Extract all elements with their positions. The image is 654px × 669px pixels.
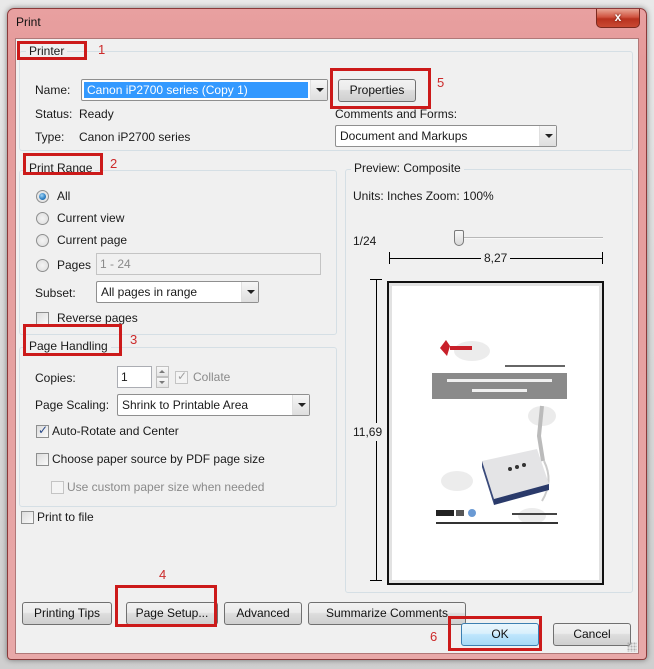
printer-type-label: Type: [35,130,65,144]
subset-label: Subset: [35,286,76,300]
properties-button[interactable]: Properties [338,79,416,102]
print-to-file-label[interactable]: Print to file [37,510,94,524]
reverse-pages-label[interactable]: Reverse pages [57,311,138,325]
radio-current-view[interactable] [36,212,49,225]
page-setup-button[interactable]: Page Setup... [126,602,218,625]
company-mark [436,522,558,524]
print-to-file-checkbox[interactable] [21,511,34,524]
preview-group-label: Preview: Composite [351,161,464,175]
height-dimension-tick-bottom [370,580,382,581]
copies-value: 1 [121,370,128,384]
paper-source-label[interactable]: Choose paper source by PDF page size [52,452,265,466]
window-title: Print [16,15,41,29]
annotation-number-6: 6 [430,629,438,644]
comments-forms-select[interactable]: Document and Markups [335,125,557,147]
reverse-pages-checkbox[interactable] [36,312,49,325]
document-thumbnail [432,340,567,524]
copies-stepper[interactable] [156,366,169,388]
title-line-1 [447,379,552,382]
width-dimension-label: 8,27 [481,251,511,265]
radio-all-label[interactable]: All [57,189,70,203]
page-preview-paper [392,286,599,580]
resize-grip-icon[interactable] [627,642,637,652]
cert-badge [468,509,476,517]
page-slider-thumb[interactable] [454,230,464,246]
subset-value: All pages in range [101,285,198,299]
ok-button[interactable]: OK [461,623,539,646]
chevron-down-icon [292,395,309,415]
radio-current-page[interactable] [36,234,49,247]
device-image [482,405,550,505]
page-scaling-value: Shrink to Printable Area [122,398,249,412]
printer-name-label: Name: [35,83,71,97]
chevron-down-icon [539,126,556,146]
page-slider-track[interactable] [459,237,603,239]
annotation-number-1: 1 [98,42,106,57]
stepper-up-icon[interactable] [156,366,169,377]
page-handling-group-label: Page Handling [26,339,111,353]
watermark-mark [441,471,473,491]
radio-current-page-label[interactable]: Current page [57,233,127,247]
printer-name-select[interactable]: Canon iP2700 series (Copy 1) [81,79,328,101]
watermark-mark [518,508,546,524]
pages-input-value: 1 - 24 [100,257,131,271]
title-banner [432,373,567,399]
subset-select[interactable]: All pages in range [96,281,259,303]
width-dimension-tick-left [389,252,390,264]
advanced-button[interactable]: Advanced [224,602,302,625]
printer-name-value: Canon iP2700 series (Copy 1) [84,82,308,98]
close-icon: x [614,10,622,24]
printer-status-label: Status: [35,107,73,121]
cancel-button[interactable]: Cancel [553,623,631,646]
copies-input[interactable]: 1 [117,366,152,388]
height-dimension-label: 11,69 [353,423,383,441]
height-dimension-tick-top [370,279,382,280]
ce-mark [456,510,464,516]
annotation-number-5: 5 [437,75,445,90]
copies-label: Copies: [35,371,76,385]
custom-paper-checkbox[interactable] [51,481,64,494]
printer-status-value: Ready [79,107,114,121]
watermark-mark [454,341,490,361]
auto-rotate-checkbox[interactable] [36,423,49,438]
annotation-number-2: 2 [110,156,118,171]
collate-label: Collate [193,370,231,384]
page-indicator: 1/24 [353,234,377,248]
comments-forms-label: Comments and Forms: [335,107,458,121]
close-button[interactable]: x [596,9,640,28]
radio-all[interactable] [36,190,49,203]
chevron-down-icon [310,80,327,100]
dialog-body: Printer Name: Canon iP2700 series (Copy … [15,38,639,654]
tagline-mark [505,365,565,367]
printer-group-label: Printer [26,44,68,58]
auto-rotate-label[interactable]: Auto-Rotate and Center [52,424,179,438]
stepper-down-icon[interactable] [156,377,169,388]
radio-pages-label[interactable]: Pages [57,258,91,272]
comments-forms-value: Document and Markups [340,129,468,143]
title-line-2 [472,389,527,392]
summarize-comments-button[interactable]: Summarize Comments [308,602,466,625]
units-zoom-label: Units: Inches Zoom: 100% [353,189,494,203]
page-preview [387,281,604,585]
website-mark [512,513,557,515]
radio-pages[interactable] [36,259,49,272]
annotation-number-3: 3 [130,332,138,347]
printing-tips-button[interactable]: Printing Tips [22,602,112,625]
custom-paper-label: Use custom paper size when needed [67,480,265,494]
printer-type-value: Canon iP2700 series [79,130,191,144]
chevron-down-icon [241,282,258,302]
print-range-group-label: Print Range [26,161,96,175]
width-dimension-tick-right [602,252,603,264]
paper-source-checkbox[interactable] [36,453,49,466]
page-scaling-label: Page Scaling: [35,398,110,412]
print-dialog: Print x Printer Name: Canon iP2700 serie… [7,8,647,660]
pages-input[interactable]: 1 - 24 [96,253,321,275]
fda-mark [436,510,454,516]
annotation-number-4: 4 [159,567,167,582]
page-scaling-select[interactable]: Shrink to Printable Area [117,394,310,416]
collate-checkbox[interactable] [175,369,188,384]
radio-current-view-label[interactable]: Current view [57,211,124,225]
